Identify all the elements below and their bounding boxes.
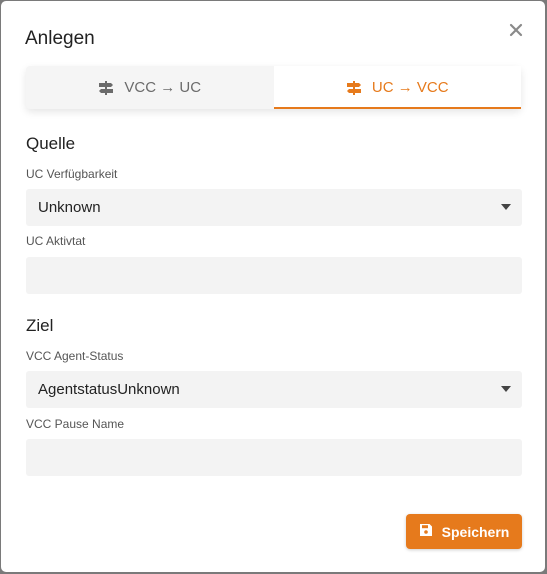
signpost-icon xyxy=(98,80,114,96)
uc-availability-label: UC Verfügbarkeit xyxy=(26,167,118,181)
vcc-agent-status-select[interactable]: AgentstatusUnknown xyxy=(26,371,522,408)
uc-activity-input[interactable] xyxy=(26,257,522,294)
close-icon xyxy=(509,23,523,42)
source-heading: Quelle xyxy=(26,134,76,153)
save-button[interactable]: Speichern xyxy=(406,514,522,549)
uc-activity-label: UC Aktivtat xyxy=(26,234,86,248)
vcc-agent-status-value: AgentstatusUnknown xyxy=(38,381,180,398)
dialog-title: Anlegen xyxy=(25,28,95,49)
direction-tabs: VCC → UC UC → VCC xyxy=(26,66,521,109)
create-mapping-dialog: Anlegen VCC → UC UC → VCC Quelle UC Verf… xyxy=(1,1,545,572)
save-button-label: Speichern xyxy=(441,523,510,540)
tab-vcc-to-uc[interactable]: VCC → UC xyxy=(26,66,274,109)
tab-label: VCC → UC xyxy=(124,79,202,96)
signpost-icon xyxy=(346,80,362,96)
uc-availability-value: Unknown xyxy=(38,199,101,216)
chevron-down-icon xyxy=(501,204,511,210)
chevron-down-icon xyxy=(501,386,511,392)
vcc-agent-status-label: VCC Agent-Status xyxy=(26,349,124,363)
vcc-pause-name-input[interactable] xyxy=(26,439,522,476)
tab-label: UC → VCC xyxy=(371,79,449,96)
vcc-pause-name-label: VCC Pause Name xyxy=(26,417,125,431)
close-button[interactable] xyxy=(504,20,528,44)
tab-uc-to-vcc[interactable]: UC → VCC xyxy=(273,66,521,109)
target-heading: Ziel xyxy=(26,316,54,335)
floppy-disk-icon xyxy=(419,523,433,540)
uc-availability-select[interactable]: Unknown xyxy=(26,189,522,226)
